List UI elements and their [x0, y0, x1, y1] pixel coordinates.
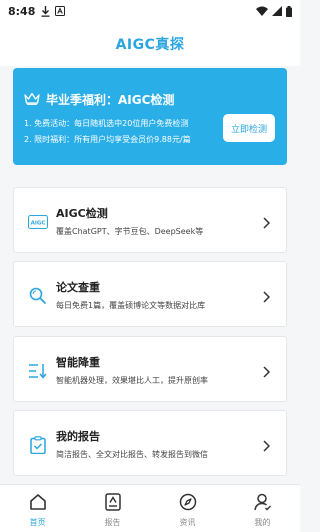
card-title: 我的报告: [56, 430, 100, 443]
promo-line-free-activity: 1. 免费活动：每日随机选中20位用户免费检测: [24, 119, 189, 128]
status-time: 8:48: [8, 4, 36, 18]
app-title: AIGC真探: [115, 37, 185, 53]
nav-label: 报告: [104, 518, 121, 527]
feature-card-plagiarism-check[interactable]: 论文查重 每日免费1篇，覆盖硕博论文等数据对比库: [13, 261, 287, 327]
nav-label: 我的: [254, 518, 271, 527]
feature-card-aigc-detection[interactable]: AIGC AIGC检测 覆盖ChatGPT、字节豆包、DeepSeek等: [13, 187, 287, 253]
home-icon: [27, 491, 49, 513]
detect-now-button[interactable]: 立即检测: [223, 114, 275, 142]
user-icon: [252, 491, 274, 513]
promo-line-limited-offer: 2. 限时福利：所有用户均享受会员价9.88元/篇: [24, 135, 191, 144]
nav-item-profile[interactable]: 我的: [225, 485, 300, 532]
chevron-right-icon: [263, 437, 271, 456]
card-title: 智能降重: [56, 356, 100, 369]
promo-title: 毕业季福利：AIGC检测: [46, 93, 175, 107]
chevron-right-icon: [263, 363, 271, 382]
feature-card-my-reports[interactable]: 我的报告 简洁报告、全文对比报告、转发报告到微信: [13, 410, 287, 476]
card-description: 每日免费1篇，覆盖硕博论文等数据对比库: [56, 301, 206, 310]
chevron-right-icon: [263, 214, 271, 233]
promo-banner[interactable]: 毕业季福利：AIGC检测 1. 免费活动：每日随机选中20位用户免费检测 2. …: [13, 68, 287, 165]
crown-icon: [24, 90, 40, 109]
notification-a-icon: [55, 6, 66, 16]
svg-text:AIGC: AIGC: [31, 221, 46, 227]
aigc-badge-icon: AIGC: [28, 212, 48, 232]
battery-icon: [286, 5, 292, 17]
wifi-icon: [256, 6, 268, 16]
nav-label: 首页: [29, 518, 46, 527]
card-title: AIGC检测: [56, 207, 108, 220]
clipboard-check-icon: [28, 435, 48, 455]
nav-item-news[interactable]: 资讯: [150, 485, 225, 532]
status-bar: 8:48: [0, 0, 300, 22]
chevron-right-icon: [263, 288, 271, 307]
report-icon: [102, 491, 124, 513]
feature-card-smart-rewrite[interactable]: 智能降重 智能机器处理，效果堪比人工，提升原创率: [13, 336, 287, 402]
sort-down-icon: [28, 361, 48, 381]
nav-label: 资讯: [179, 518, 196, 527]
app-header: AIGC真探: [0, 22, 300, 66]
search-doc-icon: [28, 286, 48, 306]
card-description: 智能机器处理，效果堪比人工，提升原创率: [56, 376, 208, 385]
nav-item-reports[interactable]: 报告: [75, 485, 150, 532]
card-description: 简洁报告、全文对比报告、转发报告到微信: [56, 450, 208, 459]
signal-icon: [272, 6, 282, 16]
nav-item-home[interactable]: 首页: [0, 485, 75, 532]
card-description: 覆盖ChatGPT、字节豆包、DeepSeek等: [56, 227, 204, 236]
compass-icon: [177, 491, 199, 513]
download-icon: [41, 5, 50, 17]
bottom-nav: 首页 报告 资讯 我的: [0, 484, 300, 532]
promo-header: 毕业季福利：AIGC检测: [24, 90, 174, 109]
card-title: 论文查重: [56, 281, 100, 294]
